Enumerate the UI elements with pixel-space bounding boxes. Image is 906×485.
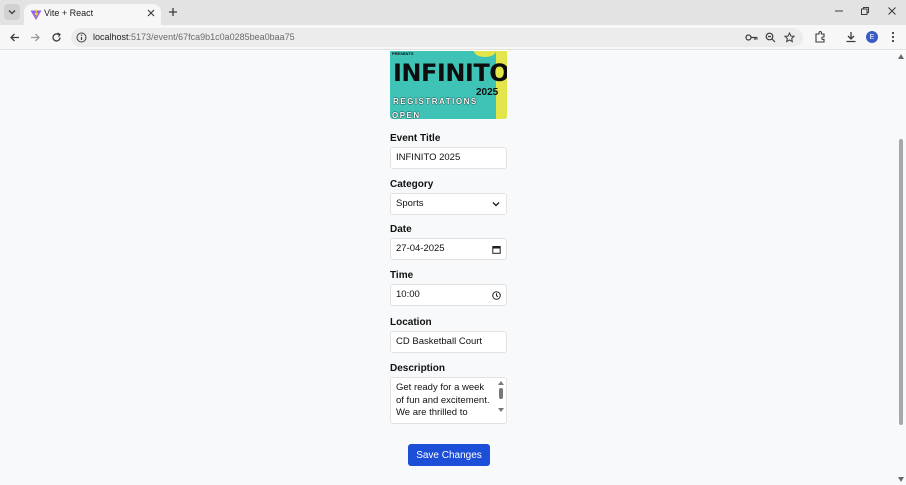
banner-presents-text: PRESENTS	[392, 51, 414, 56]
time-label: Time	[390, 270, 414, 281]
forward-arrow-icon[interactable]	[28, 30, 42, 44]
description-textarea[interactable]: Get ready for a week of fun and exciteme…	[390, 377, 507, 424]
time-value: 10:00	[396, 289, 420, 300]
profile-avatar[interactable]: E	[866, 31, 878, 43]
site-info-icon[interactable]	[75, 31, 88, 44]
event-title-label: Event Title	[390, 133, 441, 144]
time-input[interactable]: 10:00	[390, 284, 507, 306]
tab-vite-react[interactable]: Vite + React	[24, 4, 161, 25]
password-key-icon[interactable]	[745, 31, 758, 44]
extensions-icon[interactable]	[813, 30, 827, 44]
close-tab-icon[interactable]	[145, 7, 157, 19]
textarea-scroll-up-icon[interactable]	[498, 381, 504, 385]
page-scrollbar-thumb[interactable]	[899, 139, 903, 425]
tab-title: Vite + React	[44, 8, 94, 18]
banner-registrations: REGISTRATIONS	[393, 97, 478, 106]
close-window-icon[interactable]	[885, 4, 899, 18]
menu-kebab-icon[interactable]	[886, 30, 900, 44]
vite-favicon-icon	[30, 8, 42, 20]
url-path: :5173/event/67fca9b1c0a0285bea0baa75	[128, 32, 295, 42]
page-viewport: PRESENTS INFINITO 2025 REGISTRATIONS OPE…	[0, 51, 896, 485]
banner-blob	[474, 51, 496, 57]
save-changes-button[interactable]: Save Changes	[408, 444, 490, 466]
location-label: Location	[390, 317, 432, 328]
zoom-icon[interactable]	[764, 31, 777, 44]
browser-toolbar: localhost:5173/event/67fca9b1c0a0285bea0…	[0, 25, 906, 50]
banner-title: INFINITO	[393, 59, 507, 87]
category-label: Category	[390, 179, 434, 190]
event-title-input[interactable]: INFINITO 2025	[390, 147, 507, 169]
scroll-down-arrow-icon[interactable]	[898, 477, 904, 482]
minimize-icon[interactable]	[832, 4, 846, 18]
restore-icon[interactable]	[858, 4, 872, 18]
address-bar[interactable]: localhost:5173/event/67fca9b1c0a0285bea0…	[71, 28, 803, 47]
page-scrollbar[interactable]	[896, 51, 906, 485]
tab-search-icon[interactable]	[4, 4, 20, 20]
description-label: Description	[390, 363, 446, 374]
download-icon[interactable]	[844, 30, 858, 44]
category-select[interactable]: Sports	[390, 193, 507, 215]
category-selected-value: Sports	[396, 198, 424, 209]
clock-icon[interactable]	[491, 290, 501, 300]
date-label: Date	[390, 224, 412, 235]
tab-strip: Vite + React	[0, 0, 906, 25]
textarea-scroll-down-icon[interactable]	[498, 408, 504, 412]
bookmark-star-icon[interactable]	[783, 31, 796, 44]
url-host: localhost	[93, 32, 129, 42]
url-text[interactable]: localhost:5173/event/67fca9b1c0a0285bea0…	[93, 32, 295, 42]
description-text: Get ready for a week of fun and exciteme…	[396, 382, 490, 418]
chevron-down-icon	[491, 199, 501, 209]
reload-icon[interactable]	[49, 30, 63, 44]
scroll-up-arrow-icon[interactable]	[898, 54, 904, 59]
new-tab-icon[interactable]	[166, 5, 180, 19]
back-arrow-icon[interactable]	[7, 30, 21, 44]
resize-handle-icon[interactable]	[499, 416, 505, 422]
banner-open: OPEN	[392, 111, 421, 119]
banner-year: 2025	[476, 87, 499, 98]
textarea-scrollbar-thumb[interactable]	[499, 388, 503, 399]
event-banner-image: PRESENTS INFINITO 2025 REGISTRATIONS OPE…	[390, 51, 507, 119]
location-input[interactable]: CD Basketball Court	[390, 331, 507, 353]
date-value: 27-04-2025	[396, 243, 445, 254]
date-input[interactable]: 27-04-2025	[390, 238, 507, 260]
calendar-icon[interactable]	[491, 244, 501, 254]
